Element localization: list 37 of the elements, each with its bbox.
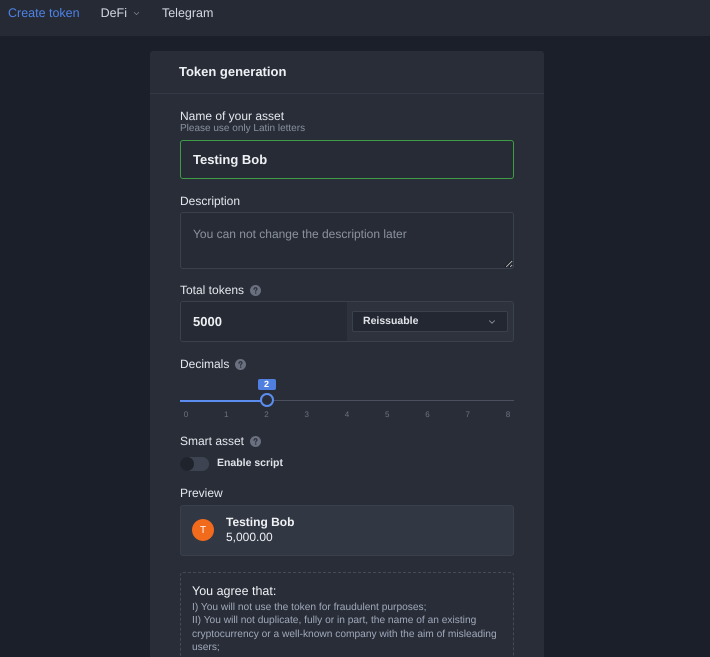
tick-label: 1 bbox=[223, 410, 230, 420]
token-name: Testing Bob bbox=[226, 515, 294, 530]
help-icon[interactable] bbox=[250, 436, 262, 446]
value-tooltip: 2 bbox=[258, 379, 276, 390]
tick-label: 3 bbox=[304, 410, 310, 420]
token-avatar: T bbox=[192, 519, 214, 542]
field-label: Description bbox=[180, 194, 240, 208]
toggle-label: Enable script bbox=[217, 456, 283, 471]
tick-label: 6 bbox=[424, 410, 431, 420]
agreement-text: I) You will not use the token for fraudulent purposes; bbox=[192, 600, 428, 614]
field-hint: Please use only Latin letters bbox=[180, 123, 306, 135]
help-icon[interactable] bbox=[250, 284, 262, 296]
name-input[interactable]: Testing Bob bbox=[180, 140, 514, 179]
amount-input[interactable]: 5000 bbox=[181, 302, 347, 341]
tick-label: 4 bbox=[344, 410, 350, 420]
nav-link[interactable]: Create token bbox=[8, 6, 80, 21]
description-textarea[interactable]: You can not change the description later bbox=[180, 212, 514, 269]
tick-label: 8 bbox=[504, 410, 512, 420]
nav-link[interactable]: Telegram bbox=[162, 6, 214, 21]
token-amount: 5,000.00 bbox=[226, 530, 274, 546]
field-label: Preview bbox=[180, 486, 223, 500]
field-label: Name of your asset bbox=[180, 109, 284, 123]
nav-link[interactable]: DeFi bbox=[100, 6, 141, 21]
tick-label: 2 bbox=[263, 410, 270, 420]
tick-label: 5 bbox=[384, 410, 390, 420]
field-label: Decimals bbox=[180, 357, 230, 371]
field-label: Smart asset bbox=[180, 434, 244, 448]
tick-label: 7 bbox=[464, 410, 471, 420]
tick-label: 0 bbox=[182, 410, 190, 420]
card-title: Token generation bbox=[179, 63, 286, 82]
agreement-title: You agree that: bbox=[192, 582, 278, 599]
type-select[interactable]: Reissuable bbox=[352, 311, 508, 332]
agreement-text: II) You will not duplicate, fully or in part, the name of an existing cryptocurrency or a well-known company with the aim of misleading users; bbox=[192, 614, 498, 655]
help-icon[interactable] bbox=[235, 358, 246, 370]
field-label: Total tokens bbox=[180, 283, 244, 297]
slider-thumb[interactable] bbox=[260, 393, 274, 407]
toggle-switch[interactable] bbox=[180, 456, 209, 471]
